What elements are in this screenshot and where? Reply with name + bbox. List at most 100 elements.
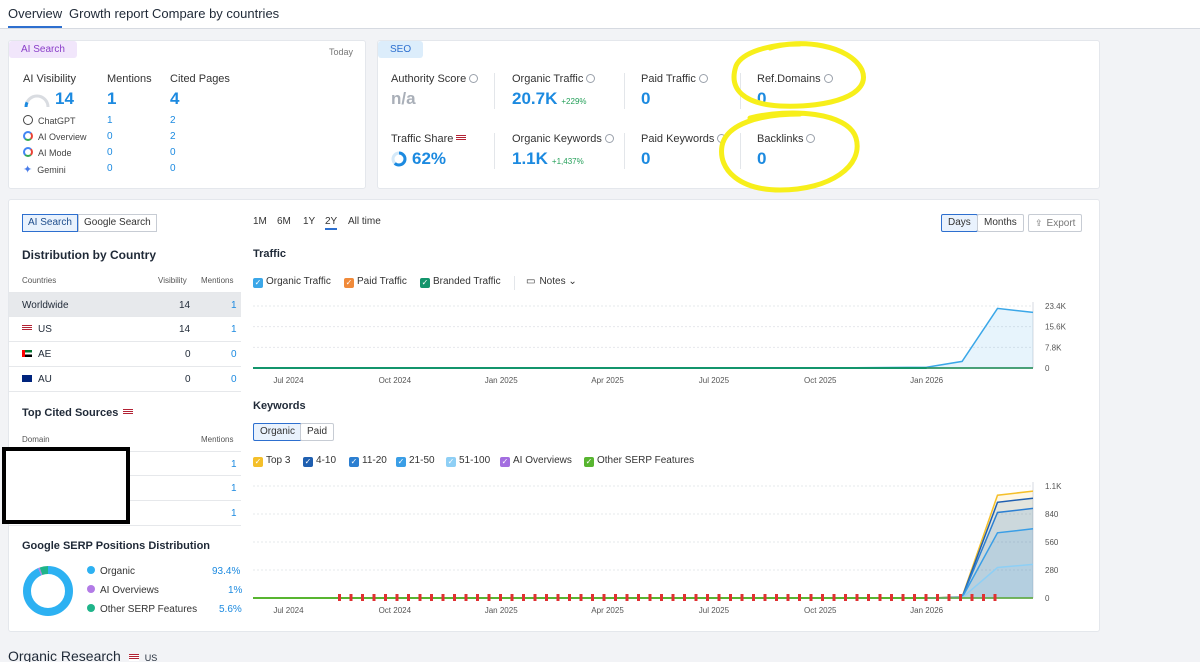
ai-visibility-value[interactable]: 14: [55, 89, 74, 109]
branded-traffic-checkbox[interactable]: ✓ Branded Traffic: [420, 276, 501, 288]
paid-toggle[interactable]: Paid: [300, 423, 335, 441]
keyword-legend-checkbox[interactable]: ✓ Other SERP Features: [584, 455, 694, 467]
info-icon[interactable]: [698, 74, 708, 83]
note-marker[interactable]: [499, 594, 502, 601]
note-marker[interactable]: [878, 594, 882, 601]
organic-keywords-value[interactable]: 1.1K +1,437%: [512, 149, 584, 169]
note-marker[interactable]: [349, 594, 353, 601]
note-marker[interactable]: [890, 594, 893, 601]
note-marker[interactable]: [441, 594, 445, 601]
note-marker[interactable]: [809, 594, 813, 601]
export-button[interactable]: ⇪ Export: [1028, 214, 1083, 232]
country-row[interactable]: US 14 1: [9, 317, 241, 342]
note-marker[interactable]: [591, 594, 594, 601]
note-marker[interactable]: [752, 594, 755, 601]
info-icon[interactable]: [823, 74, 833, 83]
note-marker[interactable]: [660, 594, 663, 601]
notes-dropdown[interactable]: ▭ Notes ⌄: [526, 276, 577, 287]
gemini-mentions[interactable]: 0: [107, 163, 113, 174]
note-marker[interactable]: [625, 594, 629, 601]
note-marker[interactable]: [901, 594, 905, 601]
chatgpt-mentions[interactable]: 1: [107, 115, 113, 126]
period-1y[interactable]: 1Y: [303, 216, 315, 227]
note-marker[interactable]: [568, 594, 571, 601]
paid-traffic-value[interactable]: 0: [641, 89, 650, 109]
note-marker[interactable]: [602, 594, 606, 601]
country-row[interactable]: AU 0 0: [9, 367, 241, 392]
mentions-value[interactable]: 1: [107, 89, 116, 109]
note-marker[interactable]: [867, 594, 870, 601]
tab-compare-by-countries[interactable]: Compare by countries: [152, 6, 279, 21]
keyword-legend-checkbox[interactable]: ✓ 51-100: [446, 455, 490, 467]
note-marker[interactable]: [395, 594, 399, 601]
organic-traffic-value[interactable]: 20.7K +229%: [512, 89, 587, 109]
info-icon[interactable]: [586, 74, 596, 83]
ai-overview-cited[interactable]: 2: [170, 131, 176, 142]
note-marker[interactable]: [798, 594, 801, 601]
note-marker[interactable]: [407, 594, 410, 601]
note-marker[interactable]: [361, 594, 364, 601]
note-marker[interactable]: [821, 594, 824, 601]
series-line[interactable]: [288, 307, 1034, 369]
organic-toggle[interactable]: Organic: [253, 423, 303, 441]
info-icon[interactable]: [604, 134, 614, 143]
note-marker[interactable]: [464, 594, 468, 601]
period-6m[interactable]: 6M: [277, 216, 291, 227]
note-marker[interactable]: [993, 594, 997, 601]
note-marker[interactable]: [372, 594, 376, 601]
note-marker[interactable]: [487, 594, 491, 601]
note-marker[interactable]: [717, 594, 721, 601]
keyword-legend-checkbox[interactable]: ✓ Top 3: [253, 455, 290, 467]
info-icon[interactable]: [717, 134, 727, 143]
paid-keywords-value[interactable]: 0: [641, 149, 650, 169]
note-marker[interactable]: [936, 594, 939, 601]
note-marker[interactable]: [913, 594, 916, 601]
ai-mode-cited[interactable]: 0: [170, 147, 176, 158]
note-marker[interactable]: [453, 594, 456, 601]
days-toggle[interactable]: Days: [941, 214, 978, 232]
note-marker[interactable]: [338, 594, 341, 601]
keyword-legend-checkbox[interactable]: ✓ 21-50: [396, 455, 435, 467]
note-marker[interactable]: [982, 594, 985, 601]
info-icon[interactable]: [469, 74, 479, 83]
note-marker[interactable]: [970, 594, 974, 601]
keyword-legend-checkbox[interactable]: ✓ AI Overviews: [500, 455, 572, 467]
note-marker[interactable]: [418, 594, 422, 601]
note-marker[interactable]: [844, 594, 847, 601]
note-marker[interactable]: [740, 594, 744, 601]
backlinks-value[interactable]: 0: [757, 149, 766, 169]
note-marker[interactable]: [533, 594, 537, 601]
organic-traffic-checkbox[interactable]: ✓ Organic Traffic: [253, 276, 331, 288]
ai-overview-mentions[interactable]: 0: [107, 131, 113, 142]
cited-pages-value[interactable]: 4: [170, 89, 179, 109]
note-marker[interactable]: [729, 594, 732, 601]
tab-overview[interactable]: Overview: [8, 6, 63, 28]
note-marker[interactable]: [510, 594, 514, 601]
paid-traffic-checkbox[interactable]: ✓ Paid Traffic: [344, 276, 407, 288]
note-marker[interactable]: [545, 594, 548, 601]
ai-search-toggle[interactable]: AI Search: [22, 214, 78, 232]
gemini-cited[interactable]: 0: [170, 163, 176, 174]
note-marker[interactable]: [430, 594, 433, 601]
google-search-toggle[interactable]: Google Search: [78, 214, 157, 232]
period-all-time[interactable]: All time: [348, 216, 381, 227]
note-marker[interactable]: [579, 594, 583, 601]
note-marker[interactable]: [775, 594, 778, 601]
note-marker[interactable]: [637, 594, 640, 601]
months-toggle[interactable]: Months: [977, 214, 1024, 232]
note-marker[interactable]: [763, 594, 767, 601]
keyword-legend-checkbox[interactable]: ✓ 11-20: [349, 455, 387, 467]
note-marker[interactable]: [855, 594, 859, 601]
note-marker[interactable]: [683, 594, 686, 601]
note-marker[interactable]: [648, 594, 652, 601]
tab-growth-report[interactable]: Growth report: [69, 6, 148, 21]
note-marker[interactable]: [694, 594, 698, 601]
info-icon[interactable]: [806, 134, 816, 143]
note-marker[interactable]: [832, 594, 836, 601]
note-marker[interactable]: [384, 594, 387, 601]
chatgpt-cited[interactable]: 2: [170, 115, 176, 126]
period-1m[interactable]: 1M: [253, 216, 267, 227]
note-marker[interactable]: [556, 594, 560, 601]
note-marker[interactable]: [786, 594, 790, 601]
country-row[interactable]: AE 0 0: [9, 342, 241, 367]
